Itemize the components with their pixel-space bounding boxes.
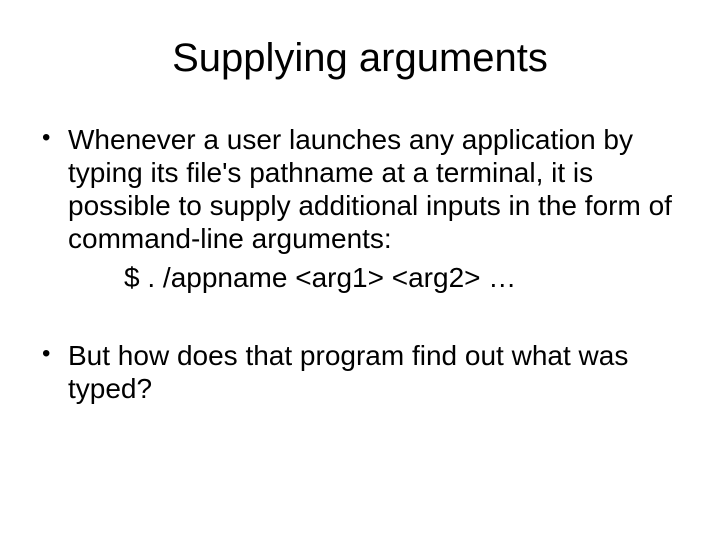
bullet-text: But how does that program find out what …: [68, 340, 628, 404]
page-title: Supplying arguments: [40, 36, 680, 81]
spacer: [40, 305, 680, 339]
bullet-list: But how does that program find out what …: [40, 339, 680, 405]
slide: Supplying arguments Whenever a user laun…: [0, 0, 720, 540]
bullet-list: Whenever a user launches any application…: [40, 123, 680, 295]
bullet-item: But how does that program find out what …: [40, 339, 680, 405]
bullet-text: Whenever a user launches any application…: [68, 124, 672, 254]
bullet-item: Whenever a user launches any application…: [40, 123, 680, 295]
bullet-sub: $ . /appname <arg1> <arg2> …: [124, 261, 680, 295]
